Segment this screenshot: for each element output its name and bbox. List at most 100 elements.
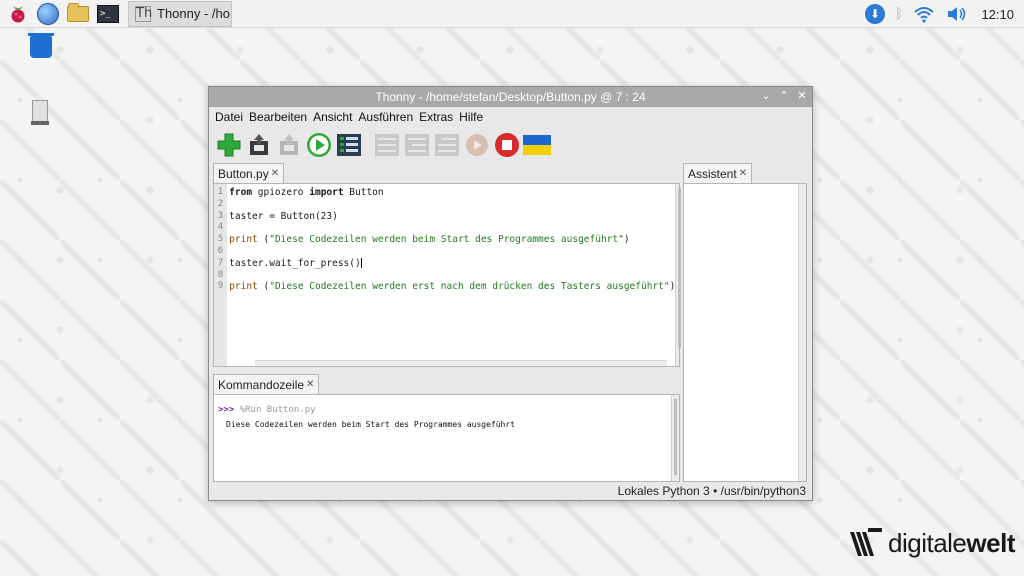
desktop-drive-icon[interactable] [31, 100, 49, 125]
assistant-tabbar: Assistent ✕ [683, 163, 753, 183]
menu-ansicht[interactable]: Ansicht [311, 110, 354, 124]
desktop-trash-icon[interactable] [28, 33, 54, 58]
editor-horizontal-scrollbar[interactable] [255, 360, 668, 366]
line-number: 4 [217, 222, 224, 233]
editor-tabbar: Button.py ✕ [213, 163, 285, 183]
open-file-button[interactable] [245, 131, 273, 159]
line-number: 3 [217, 210, 224, 221]
thonny-window: Thonny - /home/stefan/Desktop/Button.py … [208, 86, 813, 501]
stop-icon [495, 133, 519, 157]
open-save-icon [250, 134, 268, 155]
line-number: 7 [217, 257, 224, 268]
tab-close-icon[interactable]: ✕ [271, 168, 279, 179]
clock[interactable]: 12:10 [981, 7, 1014, 22]
minimize-button[interactable]: ⌄ [760, 89, 772, 103]
taskbar-window-thonny[interactable]: Th Thonny - /ho... [128, 0, 232, 27]
shell-command: %Run Button.py [234, 405, 316, 415]
step-over-icon [375, 134, 399, 156]
maximize-button[interactable]: ⌃ [778, 89, 790, 103]
step-out-button[interactable] [433, 131, 461, 159]
shell-panel[interactable]: >>> %Run Button.py Diese Codezeilen werd… [213, 394, 680, 482]
wifi-icon[interactable] [913, 5, 935, 23]
thonny-app-icon: Th [135, 5, 153, 22]
line-number: 9 [217, 281, 224, 292]
tab-assistent[interactable]: Assistent ✕ [683, 163, 753, 183]
toolbar [209, 127, 812, 163]
assistant-vertical-scrollbar[interactable] [798, 184, 806, 481]
code-line: print ("Diese Codezeilen werden erst nac… [229, 281, 676, 293]
watermark-logo: digitalewelt [848, 523, 1015, 563]
code-editor[interactable]: 1 2 3 4 5 6 7 8 9 from gpiozero import B… [213, 183, 681, 367]
window-titlebar[interactable]: Thonny - /home/stefan/Desktop/Button.py … [209, 87, 812, 107]
digitalewelt-logo-icon [850, 528, 882, 556]
tab-label: Button.py [218, 166, 269, 181]
interpreter-status[interactable]: Lokales Python 3 • /usr/bin/python3 [209, 482, 812, 500]
menu-ausfuehren[interactable]: Ausführen [356, 110, 415, 124]
tab-label: Kommandozeile [218, 377, 305, 392]
line-number: 6 [217, 245, 224, 256]
step-into-icon [405, 134, 429, 156]
watermark-text-bold: welt [966, 527, 1015, 558]
browser-globe-icon[interactable] [36, 2, 60, 26]
raspberry-menu-icon[interactable] [6, 2, 30, 26]
watermark-text-regular: digitale [888, 527, 967, 558]
system-tray: ⬇ ᛒ 12:10 [865, 0, 1024, 28]
task-title: Thonny - /ho... [157, 6, 231, 21]
save-file-button[interactable] [275, 131, 303, 159]
menu-datei[interactable]: Datei [213, 110, 245, 124]
play-icon [307, 133, 331, 157]
volume-icon[interactable] [945, 5, 967, 23]
resume-button[interactable] [463, 131, 491, 159]
line-number: 5 [217, 234, 224, 245]
tab-close-icon[interactable]: ✕ [306, 379, 314, 390]
support-ukraine-button[interactable] [523, 131, 551, 159]
window-title: Thonny - /home/stefan/Desktop/Button.py … [375, 90, 646, 104]
code-line: from gpiozero import Button [229, 187, 384, 198]
line-number: 1 [217, 187, 224, 197]
resume-icon [466, 134, 488, 156]
shell-prompt: >>> [218, 405, 235, 415]
terminal-icon[interactable]: >_ [96, 2, 120, 26]
shell-vertical-scrollbar[interactable] [671, 395, 679, 481]
menu-extras[interactable]: Extras [417, 110, 455, 124]
line-number: 8 [217, 269, 224, 280]
shell-output: Diese Codezeilen werden beim Start des P… [226, 420, 515, 429]
tab-button-py[interactable]: Button.py ✕ [213, 163, 285, 183]
new-file-button[interactable] [215, 131, 243, 159]
close-button[interactable]: ✕ [796, 89, 808, 103]
save-icon [280, 134, 298, 155]
step-out-icon [435, 134, 459, 156]
shell-command-line: >>> %Run Button.py [218, 405, 671, 415]
tab-kommandozeile[interactable]: Kommandozeile ✕ [213, 374, 320, 394]
bluetooth-icon[interactable]: ᛒ [895, 6, 903, 22]
text-cursor [360, 258, 362, 269]
code-line: taster.wait_for_press() [229, 257, 362, 269]
shell-tabbar: Kommandozeile ✕ [213, 374, 320, 394]
stop-button[interactable] [493, 131, 521, 159]
code-line: print ("Diese Codezeilen werden beim Sta… [229, 234, 630, 246]
debug-list-icon [337, 134, 361, 156]
line-number: 2 [217, 198, 224, 209]
taskbar: >_ Th Thonny - /ho... ⬇ ᛒ 12:10 [0, 0, 1024, 28]
menubar: Datei Bearbeiten Ansicht Ausführen Extra… [209, 107, 812, 127]
assistant-panel [683, 183, 807, 482]
menu-bearbeiten[interactable]: Bearbeiten [247, 110, 309, 124]
code-line: taster = Button(23) [229, 210, 338, 222]
code-area[interactable]: from gpiozero import Button taster = But… [227, 184, 675, 366]
file-manager-folder-icon[interactable] [66, 2, 90, 26]
updates-download-icon[interactable]: ⬇ [865, 4, 886, 24]
step-into-button[interactable] [403, 131, 431, 159]
ukraine-flag-icon [523, 135, 551, 155]
menu-hilfe[interactable]: Hilfe [457, 110, 485, 124]
run-button[interactable] [305, 131, 333, 159]
tab-close-icon[interactable]: ✕ [739, 168, 747, 179]
editor-vertical-scrollbar[interactable] [675, 184, 681, 366]
tab-label: Assistent [688, 166, 737, 181]
step-over-button[interactable] [373, 131, 401, 159]
plus-icon [217, 133, 241, 157]
debug-button[interactable] [335, 131, 363, 159]
